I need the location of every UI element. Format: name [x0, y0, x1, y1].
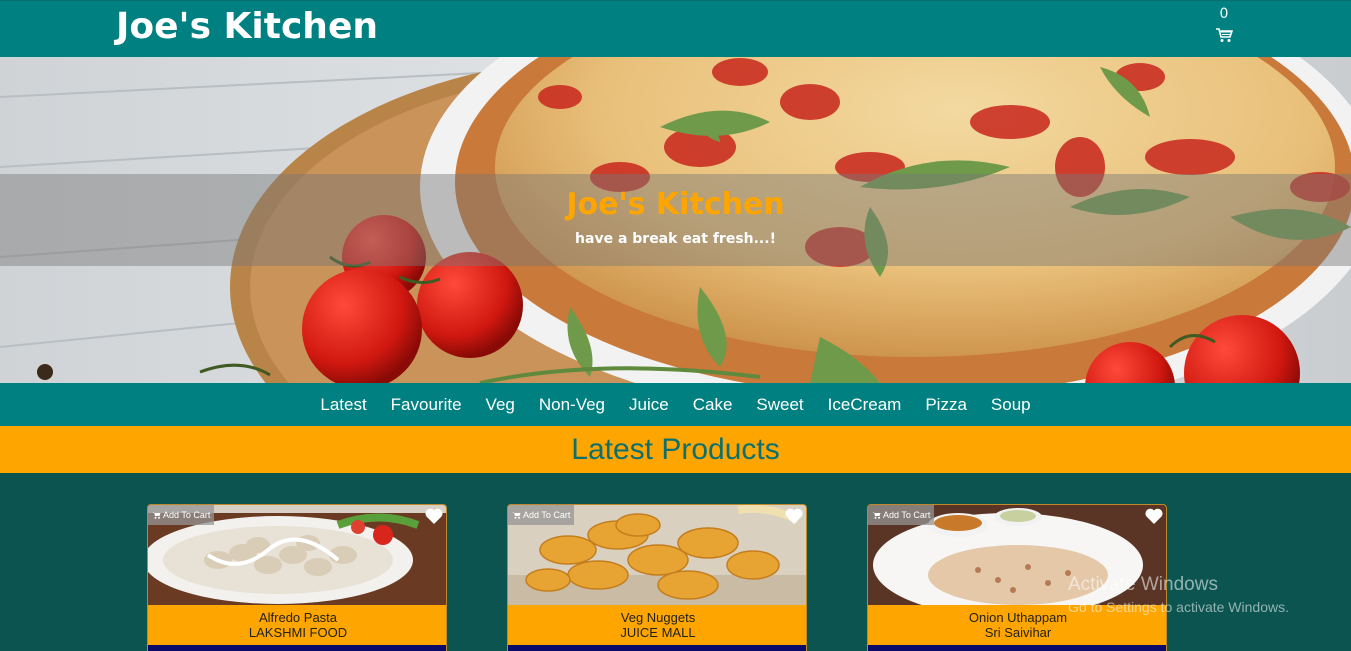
- nav-item-favourite[interactable]: Favourite: [379, 395, 474, 415]
- cart-button[interactable]: 0: [1212, 5, 1236, 51]
- nav-item-juice[interactable]: Juice: [617, 395, 681, 415]
- product-card[interactable]: Add To Cart Veg Nuggets JUICE MALL: [507, 504, 807, 651]
- heart-icon[interactable]: [1144, 507, 1164, 525]
- nav-item-icecream[interactable]: IceCream: [816, 395, 914, 415]
- section-header: Latest Products: [0, 426, 1351, 473]
- cart-icon: [512, 512, 521, 519]
- product-info: Veg Nuggets JUICE MALL: [508, 605, 806, 645]
- add-to-cart-button[interactable]: Add To Cart: [148, 505, 215, 525]
- nav-item-soup[interactable]: Soup: [979, 395, 1043, 415]
- nav-item-veg[interactable]: Veg: [474, 395, 527, 415]
- cart-icon: [1216, 28, 1233, 42]
- cart-icon: [152, 512, 161, 519]
- category-nav: Latest Favourite Veg Non-Veg Juice Cake …: [0, 383, 1351, 426]
- nav-item-non-veg[interactable]: Non-Veg: [527, 395, 617, 415]
- add-to-cart-button[interactable]: Add To Cart: [868, 505, 935, 525]
- product-store: LAKSHMI FOOD: [248, 625, 348, 640]
- hero-banner: Joe's Kitchen have a break eat fresh...!: [0, 57, 1351, 383]
- section-title: Latest Products: [571, 433, 780, 466]
- top-bar: Joe's Kitchen 0: [0, 0, 1351, 57]
- watermark-title: Activate Windows: [1068, 574, 1218, 595]
- product-info: Alfredo Pasta LAKSHMI FOOD: [148, 605, 446, 645]
- nav-item-latest[interactable]: Latest: [308, 395, 378, 415]
- product-card[interactable]: Add To Cart Alfredo Pasta LAKSHMI FOOD: [147, 504, 447, 651]
- nav-item-pizza[interactable]: Pizza: [913, 395, 979, 415]
- nav-item-sweet[interactable]: Sweet: [744, 395, 815, 415]
- add-to-cart-label: Add To Cart: [163, 510, 211, 520]
- brand-title[interactable]: Joe's Kitchen: [116, 6, 378, 47]
- hero-title: Joe's Kitchen: [566, 187, 785, 222]
- heart-icon[interactable]: [424, 507, 444, 525]
- product-store: Sri Saivihar: [984, 625, 1052, 640]
- product-name: Veg Nuggets: [620, 610, 696, 625]
- cart-icon: [872, 512, 881, 519]
- hero-tagline: have a break eat fresh...!: [575, 231, 776, 247]
- add-to-cart-label: Add To Cart: [523, 510, 571, 520]
- product-name: Alfredo Pasta: [258, 610, 338, 625]
- heart-icon[interactable]: [784, 507, 804, 525]
- add-to-cart-label: Add To Cart: [883, 510, 931, 520]
- windows-activation-watermark: Activate Windows Go to Settings to activ…: [1068, 574, 1289, 615]
- card-footer: [508, 645, 806, 651]
- add-to-cart-button[interactable]: Add To Cart: [508, 505, 575, 525]
- cart-count: 0: [1219, 6, 1229, 22]
- card-footer: [868, 645, 1166, 651]
- nav-item-cake[interactable]: Cake: [681, 395, 745, 415]
- product-store: JUICE MALL: [620, 625, 696, 640]
- card-footer: [148, 645, 446, 651]
- watermark-subtitle: Go to Settings to activate Windows.: [1068, 599, 1289, 615]
